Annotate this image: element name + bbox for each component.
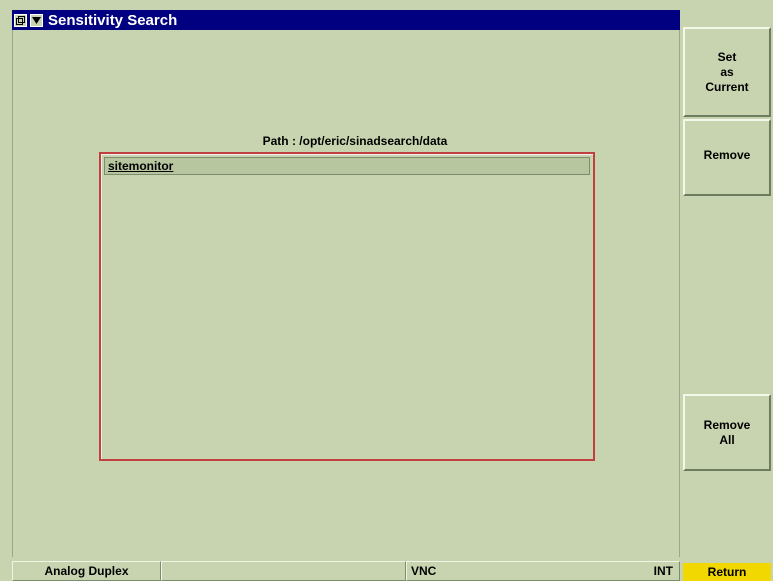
set-as-current-line-2: as	[720, 64, 734, 79]
path-label: Path : /opt/eric/sinadsearch/data	[262, 134, 448, 148]
status-bar: Analog Duplex VNC INT	[12, 561, 680, 581]
window-title: Sensitivity Search	[48, 11, 178, 29]
return-button[interactable]: Return	[683, 563, 771, 581]
main-panel: Path : /opt/eric/sinadsearch/data sitemo…	[12, 30, 680, 557]
list-item[interactable]: sitemonitor	[104, 157, 590, 175]
mode-status: Analog Duplex	[12, 561, 161, 581]
vnc-status: VNC	[411, 564, 437, 578]
dropdown-menu-icon[interactable]	[30, 13, 43, 27]
remove-button[interactable]: Remove	[683, 119, 771, 196]
restore-window-icon[interactable]	[14, 13, 27, 27]
screen: Sensitivity Search Path : /opt/eric/sina…	[0, 0, 773, 581]
remove-label: Remove	[703, 148, 751, 162]
set-as-current-line-3: Current	[705, 79, 749, 94]
remove-all-button[interactable]: Remove All	[683, 394, 771, 471]
int-status: INT	[653, 564, 673, 578]
remove-all-line-1: Remove	[703, 417, 751, 432]
set-as-current-button[interactable]: Set as Current	[683, 27, 771, 117]
status-empty-cell	[161, 561, 406, 581]
connection-status: VNC INT	[406, 561, 680, 581]
softkey-panel: Set as Current Remove Remove All Return	[683, 0, 773, 581]
title-bar: Sensitivity Search	[12, 10, 680, 30]
file-list[interactable]: sitemonitor	[99, 152, 595, 461]
remove-all-line-2: All	[719, 432, 735, 447]
set-as-current-line-1: Set	[717, 49, 737, 64]
